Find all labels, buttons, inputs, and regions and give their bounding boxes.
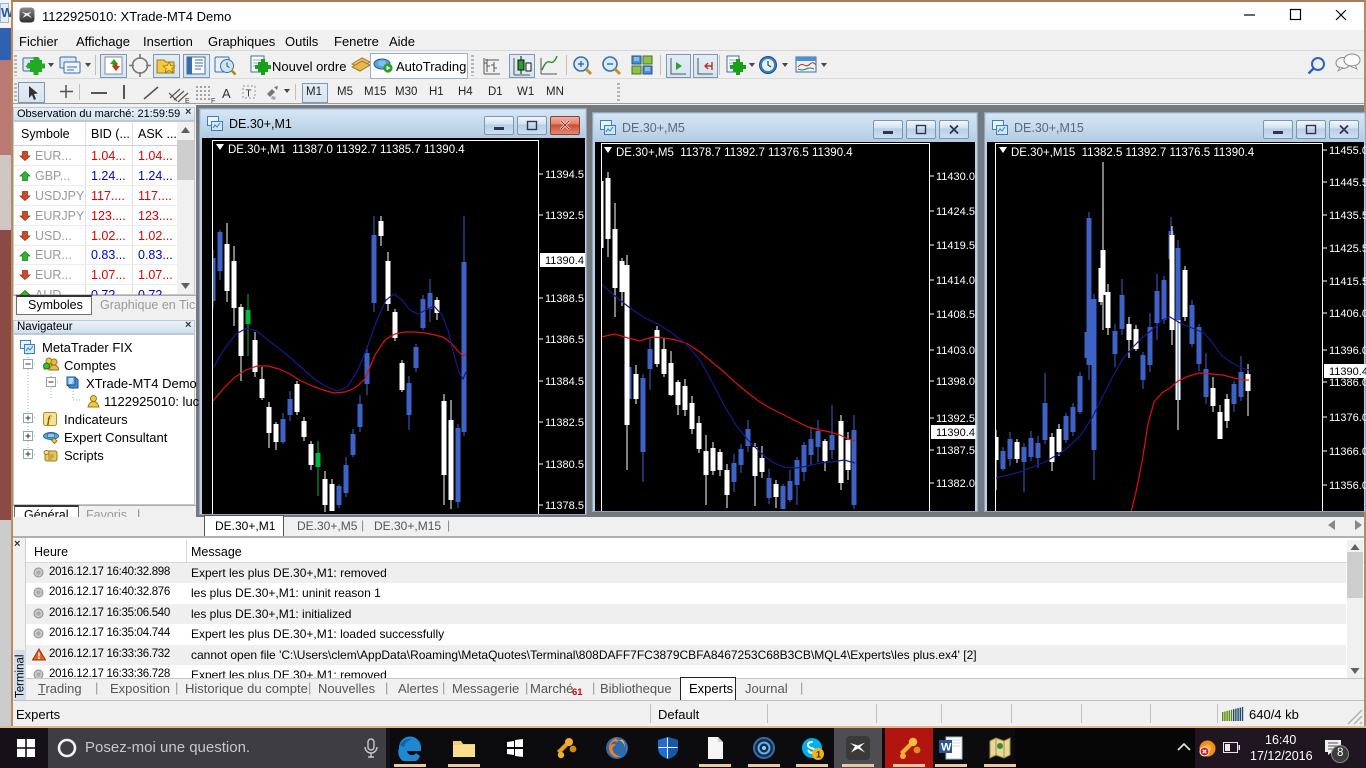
svg-text:DE.30+,M15 11382.5 11392.7 11: DE.30+,M15 11382.5 11392.7 11376.5 11390… (1011, 147, 1255, 159)
svg-text:11390.4: 11390.4 (1329, 366, 1366, 378)
svg-text:11356.0: 11356.0 (1329, 480, 1366, 492)
svg-text:11382.5: 11382.5 (545, 417, 584, 429)
svg-text:Terminal: Terminal (15, 655, 27, 698)
svg-text:DE.30+,M1 11387.0 11392.7 113: DE.30+,M1 11387.0 11392.7 11385.7 11390.… (228, 144, 465, 156)
svg-text:11366.0: 11366.0 (1329, 446, 1366, 458)
svg-text:11396.0: 11396.0 (1329, 345, 1366, 357)
svg-text:11392.5: 11392.5 (936, 413, 975, 425)
svg-text:11390.4: 11390.4 (545, 255, 584, 267)
svg-text:11387.5: 11387.5 (936, 445, 975, 457)
svg-text:11386.5: 11386.5 (545, 334, 584, 346)
svg-text:11445.5: 11445.5 (1329, 177, 1366, 189)
svg-text:11380.5: 11380.5 (545, 459, 584, 471)
svg-text:11435.5: 11435.5 (1329, 210, 1366, 222)
svg-text:11425.5: 11425.5 (1329, 243, 1366, 255)
svg-text:11392.5: 11392.5 (545, 210, 584, 222)
svg-text:11403.0: 11403.0 (936, 345, 975, 357)
svg-text:11386.0: 11386.0 (1329, 377, 1366, 389)
svg-text:11424.5: 11424.5 (936, 206, 975, 218)
svg-text:DE.30+,M5 11378.7 11392.7 113: DE.30+,M5 11378.7 11392.7 11376.5 11390.… (616, 147, 853, 159)
svg-text:11415.5: 11415.5 (1329, 276, 1366, 288)
svg-text:11378.5: 11378.5 (545, 500, 584, 512)
svg-text:11394.5: 11394.5 (545, 169, 584, 181)
svg-text:11398.0: 11398.0 (936, 376, 975, 388)
svg-text:11384.5: 11384.5 (545, 376, 584, 388)
svg-text:11414.0: 11414.0 (936, 275, 975, 287)
svg-text:11430.0: 11430.0 (936, 171, 975, 183)
svg-text:W: W (941, 742, 952, 754)
svg-text:1: 1 (816, 750, 821, 760)
svg-text:11382.0: 11382.0 (936, 478, 975, 490)
svg-text:11388.5: 11388.5 (545, 293, 584, 305)
svg-text:11390.4: 11390.4 (936, 427, 975, 439)
svg-text:11406.0: 11406.0 (1329, 308, 1366, 320)
svg-text:11376.0: 11376.0 (1329, 412, 1366, 424)
svg-text:11419.5: 11419.5 (936, 240, 975, 252)
svg-text:11455.0: 11455.0 (1329, 145, 1366, 157)
svg-text:11408.5: 11408.5 (936, 309, 975, 321)
